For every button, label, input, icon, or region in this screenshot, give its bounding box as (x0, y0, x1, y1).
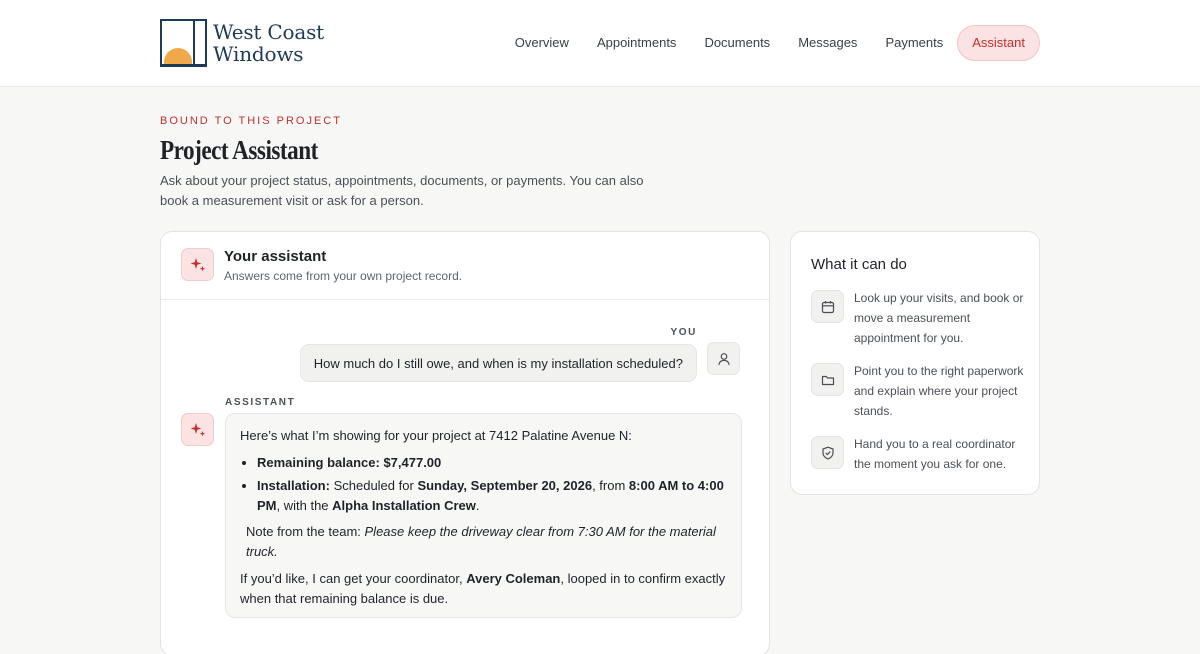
chat-title: Your assistant (224, 248, 327, 265)
chat-header: Your assistant Answers come from your ow… (161, 232, 769, 300)
assistant-label: ASSISTANT (225, 397, 296, 408)
nav-messages[interactable]: Messages (784, 25, 871, 61)
window-sun-logo-icon (160, 19, 207, 67)
capability-text: Point you to the right paperwork and exp… (854, 364, 1024, 418)
brand-logo[interactable]: West Coast Windows (160, 19, 324, 67)
page-title: Project Assistant (160, 135, 318, 165)
list-item-installation: Installation: Scheduled for Sunday, Sept… (257, 476, 727, 516)
assistant-chat-panel: Your assistant Answers come from your ow… (160, 231, 770, 654)
nav-payments[interactable]: Payments (871, 25, 957, 61)
folder-icon (811, 363, 844, 396)
capabilities-title: What it can do (811, 256, 907, 273)
team-note: Note from the team: Please keep the driv… (246, 524, 716, 559)
nav-documents[interactable]: Documents (690, 25, 784, 61)
nav-overview[interactable]: Overview (501, 25, 583, 61)
calendar-icon (811, 290, 844, 323)
main-nav: Overview Appointments Documents Messages… (501, 25, 1040, 61)
brand-name: West Coast Windows (213, 20, 324, 66)
capability-text: Hand you to a real coordinator the momen… (854, 437, 1016, 471)
sparkle-icon (181, 248, 214, 281)
reply-intro: Here’s what I’m showing for your project… (240, 428, 632, 443)
capability-item: Look up your visits, and book or move a … (811, 290, 1026, 348)
nav-assistant[interactable]: Assistant (957, 25, 1040, 61)
user-icon (707, 342, 740, 375)
page-eyebrow: BOUND TO THIS PROJECT (160, 115, 342, 127)
capability-text: Look up your visits, and book or move a … (854, 291, 1024, 345)
page-description: Ask about your project status, appointme… (160, 173, 644, 208)
you-label: YOU (670, 327, 697, 338)
assistant-sparkle-icon (181, 413, 214, 446)
nav-appointments[interactable]: Appointments (583, 25, 691, 61)
user-message: How much do I still owe, and when is my … (299, 344, 697, 382)
capability-item: Point you to the right paperwork and exp… (811, 363, 1026, 421)
list-item-balance: Remaining balance: $7,477.00 (257, 453, 727, 473)
site-header: West Coast Windows Overview Appointments… (0, 0, 1200, 87)
reply-followup: If you’d like, I can get your coordinato… (240, 571, 726, 606)
capabilities-panel: What it can do Look up your visits, and … (790, 231, 1040, 495)
coordinator-name: Avery Coleman (466, 571, 561, 586)
assistant-message: Here’s what I’m showing for your project… (225, 413, 742, 618)
chat-subtitle: Answers come from your own project recor… (224, 269, 463, 283)
capability-item: Hand you to a real coordinator the momen… (811, 436, 1026, 474)
reply-facts-list: Remaining balance: $7,477.00 Installatio… (257, 453, 727, 516)
shield-check-icon (811, 436, 844, 469)
